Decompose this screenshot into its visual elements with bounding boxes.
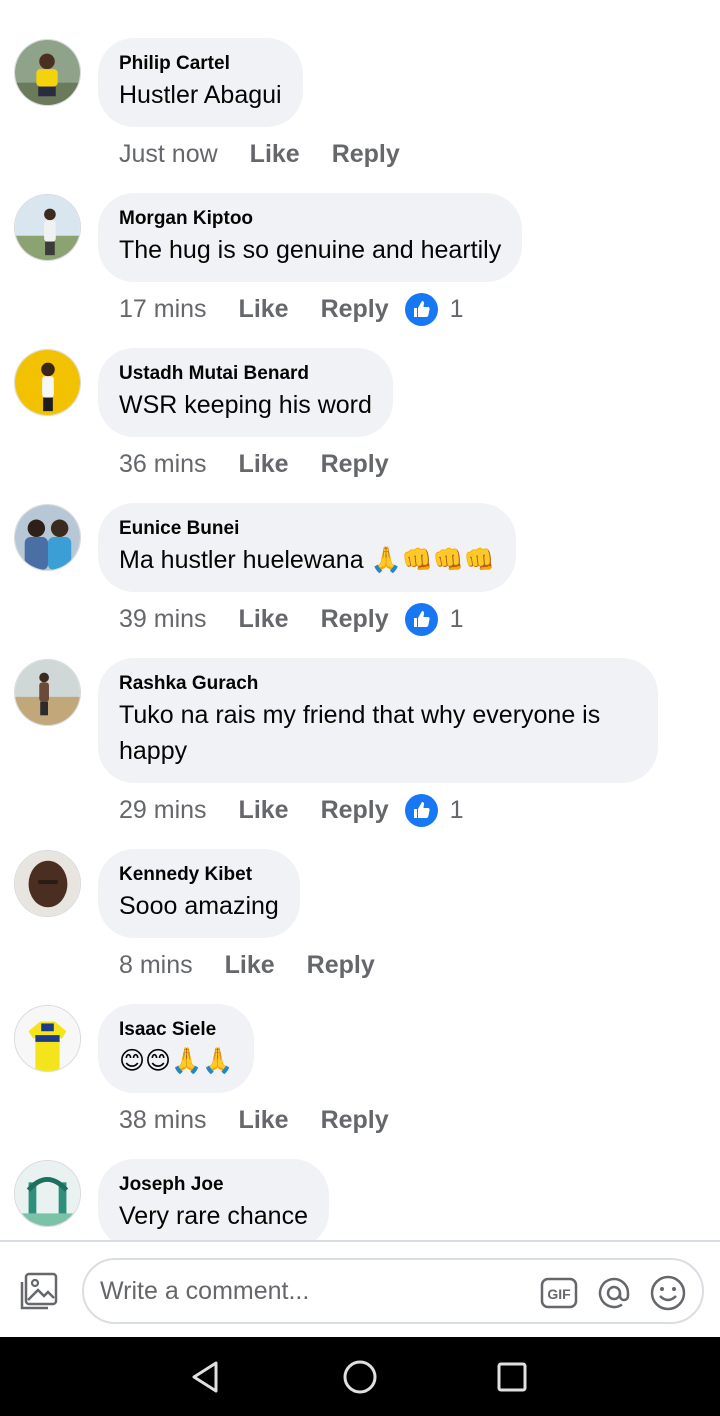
- comment-bubble: Rashka Gurach Tuko na rais my friend tha…: [98, 658, 658, 783]
- comment-actions: 38 mins Like Reply: [119, 1103, 405, 1137]
- system-navigation-bar: [0, 1337, 720, 1416]
- home-icon[interactable]: [340, 1357, 380, 1397]
- comment-text: WSR keeping his word: [119, 391, 372, 419]
- like-reaction-icon: [404, 292, 438, 326]
- comment-bubble: Joseph Joe Very rare chance: [98, 1159, 329, 1240]
- comment-bubble: Philip Cartel Hustler Abagui: [98, 38, 303, 127]
- comment-author[interactable]: Joseph Joe: [119, 1174, 308, 1196]
- back-icon[interactable]: [186, 1357, 226, 1397]
- at-mention-icon[interactable]: [595, 1274, 633, 1312]
- avatar[interactable]: [14, 39, 81, 106]
- comment-text: Very rare chance: [119, 1202, 308, 1230]
- avatar[interactable]: [14, 504, 81, 571]
- comment-time[interactable]: Just now: [119, 140, 218, 169]
- comment-time[interactable]: 38 mins: [119, 1106, 207, 1135]
- recents-icon[interactable]: [492, 1357, 532, 1397]
- like-button[interactable]: Like: [225, 951, 275, 980]
- avatar[interactable]: [14, 349, 81, 416]
- comment-author[interactable]: Philip Cartel: [119, 53, 282, 75]
- avatar[interactable]: [14, 1005, 81, 1072]
- comment-author[interactable]: Rashka Gurach: [119, 673, 637, 695]
- reply-button[interactable]: Reply: [332, 140, 400, 169]
- like-button[interactable]: Like: [239, 796, 289, 825]
- comment-author[interactable]: Kennedy Kibet: [119, 864, 279, 886]
- comment-text: Tuko na rais my friend that why everyone…: [119, 701, 601, 765]
- reaction-count: 1: [449, 604, 464, 633]
- comment-input[interactable]: [100, 1270, 520, 1312]
- photo-icon[interactable]: [18, 1270, 60, 1312]
- emoji-icon[interactable]: [649, 1274, 687, 1312]
- comment-author[interactable]: Isaac Siele: [119, 1019, 233, 1041]
- comment-text: Ma hustler huelewana 🙏👊👊👊: [119, 546, 496, 574]
- like-button[interactable]: Like: [239, 450, 289, 479]
- comment-bubble: Isaac Siele 😊😊🙏🙏: [98, 1004, 255, 1093]
- comment-author[interactable]: Eunice Bunei: [119, 518, 495, 540]
- comment-author[interactable]: Ustadh Mutai Benard: [119, 363, 372, 385]
- avatar[interactable]: [14, 194, 81, 261]
- comment-time[interactable]: 29 mins: [119, 796, 207, 825]
- comment-time[interactable]: 36 mins: [119, 450, 207, 479]
- comment-actions: 29 mins Like Reply 1: [119, 793, 464, 827]
- reaction-count: 1: [449, 795, 464, 824]
- reply-button[interactable]: Reply: [321, 1106, 389, 1135]
- comment-time[interactable]: 17 mins: [119, 295, 207, 324]
- like-button[interactable]: Like: [239, 605, 289, 634]
- avatar[interactable]: [14, 850, 81, 917]
- comment-actions: 8 mins Like Reply: [119, 948, 391, 982]
- reply-button[interactable]: Reply: [307, 951, 375, 980]
- comment-author[interactable]: Morgan Kiptoo: [119, 208, 501, 230]
- comment-bubble: Morgan Kiptoo The hug is so genuine and …: [98, 193, 523, 282]
- reaction-count: 1: [449, 294, 464, 323]
- reaction-summary[interactable]: 1: [404, 602, 464, 636]
- reply-button[interactable]: Reply: [321, 295, 389, 324]
- like-reaction-icon: [404, 602, 438, 636]
- comment-actions: Just now Like Reply: [119, 137, 416, 171]
- reply-button[interactable]: Reply: [321, 450, 389, 479]
- comment-bubble: Eunice Bunei Ma hustler huelewana 🙏👊👊👊: [98, 503, 517, 592]
- comments-list: Philip Cartel Hustler Abagui Just now Li…: [0, 0, 720, 1240]
- comment-text: 😊😊🙏🙏: [119, 1047, 234, 1075]
- comment-text: Hustler Abagui: [119, 81, 282, 109]
- comment-actions: 17 mins Like Reply 1: [119, 292, 464, 326]
- like-button[interactable]: Like: [250, 140, 300, 169]
- comment-box: GIF: [82, 1258, 704, 1324]
- comment-time[interactable]: 39 mins: [119, 605, 207, 634]
- comment-bubble: Kennedy Kibet Sooo amazing: [98, 849, 300, 938]
- reaction-summary[interactable]: 1: [404, 292, 464, 326]
- comment-actions: 36 mins Like Reply: [119, 447, 405, 481]
- svg-text:GIF: GIF: [547, 1286, 571, 1302]
- comment-text: Sooo amazing: [119, 892, 279, 920]
- reaction-summary[interactable]: 1: [404, 793, 464, 827]
- like-button[interactable]: Like: [239, 1106, 289, 1135]
- avatar[interactable]: [14, 1160, 81, 1227]
- comment-bubble: Ustadh Mutai Benard WSR keeping his word: [98, 348, 393, 437]
- comment-actions: 39 mins Like Reply 1: [119, 602, 464, 636]
- comment-text: The hug is so genuine and heartily: [119, 236, 502, 264]
- comment-composer: GIF: [0, 1240, 720, 1337]
- like-button[interactable]: Like: [239, 295, 289, 324]
- gif-icon[interactable]: GIF: [540, 1274, 578, 1312]
- reply-button[interactable]: Reply: [321, 796, 389, 825]
- comment-time[interactable]: 8 mins: [119, 951, 193, 980]
- avatar[interactable]: [14, 659, 81, 726]
- reply-button[interactable]: Reply: [321, 605, 389, 634]
- like-reaction-icon: [404, 793, 438, 827]
